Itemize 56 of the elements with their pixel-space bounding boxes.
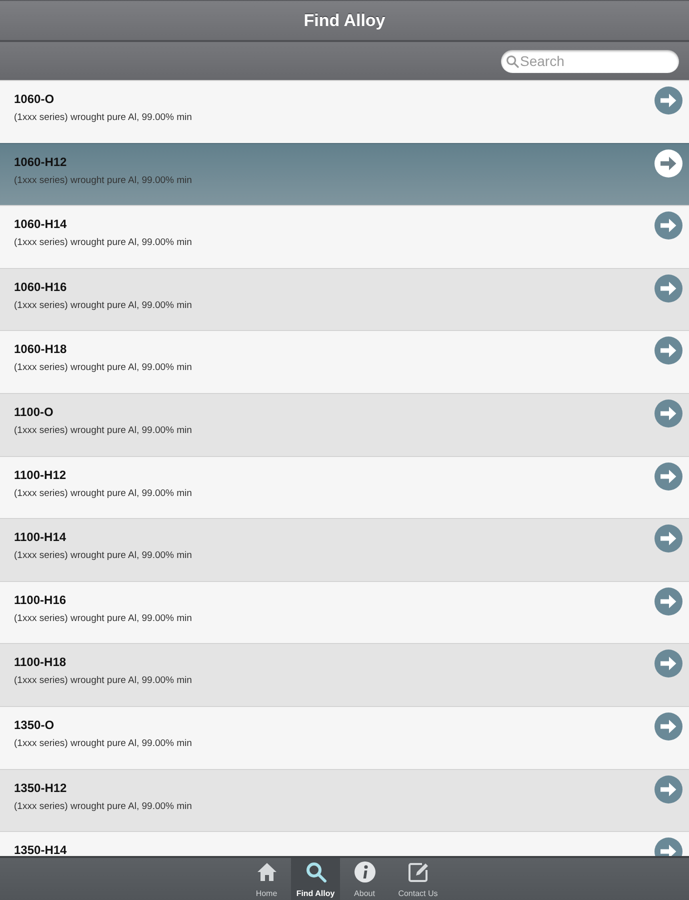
alloy-list-item[interactable]: 1350-H14 bbox=[0, 831, 689, 856]
alloy-name: 1100-H12 bbox=[14, 468, 66, 482]
alloy-name: 1060-H14 bbox=[14, 218, 67, 232]
alloy-list-item[interactable]: 1100-O (1xxx series) wrought pure Al, 99.00% min bbox=[0, 392, 689, 456]
alloy-name: 1100-H16 bbox=[14, 594, 66, 607]
alloy-name: 1060-H16 bbox=[14, 280, 67, 294]
arrow-circle-icon bbox=[654, 524, 683, 554]
arrow-circle-icon bbox=[654, 274, 683, 303]
alloy-name: 1350-H12 bbox=[14, 782, 67, 795]
alloy-description: (1xxx series) wrought pure Al, 99.00% min bbox=[14, 237, 192, 248]
alloy-description: (1xxx series) wrought pure Al, 99.00% min bbox=[14, 112, 192, 123]
alloy-description: (1xxx series) wrought pure Al, 99.00% min bbox=[14, 612, 192, 624]
tab[interactable]: About bbox=[340, 858, 389, 900]
arrow-circle-icon bbox=[654, 586, 683, 616]
alloy-description: (1xxx series) wrought pure Al, 99.00% min bbox=[14, 424, 192, 436]
tab[interactable]: Home bbox=[242, 858, 291, 900]
search-icon bbox=[506, 54, 519, 68]
alloy-description: (1xxx series) wrought pure Al, 99.00% min bbox=[14, 738, 192, 749]
alloy-list-item[interactable]: 1100-H16 (1xxx series) wrought pure Al, 99.00% min bbox=[0, 580, 689, 644]
alloy-description: (1xxx series) wrought pure Al, 99.00% min bbox=[14, 488, 192, 499]
alloy-name: 1060-O bbox=[14, 93, 54, 106]
alloy-description: (1xxx series) wrought pure Al, 99.00% min bbox=[14, 550, 192, 562]
search-field[interactable]: Search bbox=[501, 50, 679, 72]
compose-icon bbox=[407, 861, 429, 883]
alloy-list-item[interactable]: 1100-H14 (1xxx series) wrought pure Al, 99.00% min bbox=[0, 518, 689, 581]
alloy-list-item[interactable]: 1350-H12 (1xxx series) wrought pure Al, 99.00% min bbox=[0, 768, 689, 832]
house-icon bbox=[256, 861, 278, 883]
page-title: Find Alloy bbox=[304, 10, 386, 30]
arrow-circle-icon bbox=[654, 712, 683, 741]
search-icon bbox=[304, 861, 326, 883]
arrow-circle-icon bbox=[654, 211, 683, 240]
arrow-circle-icon bbox=[654, 462, 683, 491]
alloy-description: (1xxx series) wrought pure Al, 99.00% min bbox=[14, 800, 192, 812]
tab[interactable]: Find Alloy bbox=[291, 858, 340, 900]
arrow-circle-icon bbox=[654, 336, 683, 366]
tab[interactable]: Contact Us bbox=[389, 858, 447, 900]
alloy-description: (1xxx series) wrought pure Al, 99.00% min bbox=[14, 300, 192, 311]
arrow-circle-icon bbox=[654, 398, 683, 428]
alloy-name: 1060-H12 bbox=[14, 156, 67, 169]
alloy-name: 1060-H18 bbox=[14, 343, 67, 356]
alloy-description: (1xxx series) wrought pure Al, 99.00% min bbox=[14, 174, 192, 186]
alloy-name: 1350-H14 bbox=[14, 844, 67, 856]
alloy-description: (1xxx series) wrought pure Al, 99.00% min bbox=[14, 675, 192, 686]
alloy-name: 1100-O bbox=[14, 406, 54, 419]
alloy-description: (1xxx series) wrought pure Al, 99.00% min bbox=[14, 362, 192, 374]
arrow-circle-icon bbox=[654, 148, 683, 178]
arrow-circle-icon bbox=[654, 649, 683, 678]
alloy-list-item[interactable]: 1100-H18 (1xxx series) wrought pure Al, 99.00% min bbox=[0, 643, 689, 706]
alloy-list-item[interactable]: 1060-H12 (1xxx series) wrought pure Al, 99.00% min bbox=[0, 142, 689, 206]
info-icon bbox=[354, 861, 376, 883]
alloy-name: 1100-H18 bbox=[14, 656, 66, 670]
alloy-name: 1100-H14 bbox=[14, 531, 66, 544]
arrow-circle-icon bbox=[654, 86, 683, 115]
alloy-list-item[interactable]: 1060-H16 (1xxx series) wrought pure Al, 99.00% min bbox=[0, 268, 689, 330]
alloy-name: 1350-O bbox=[14, 718, 54, 732]
arrow-circle-icon bbox=[654, 774, 683, 804]
